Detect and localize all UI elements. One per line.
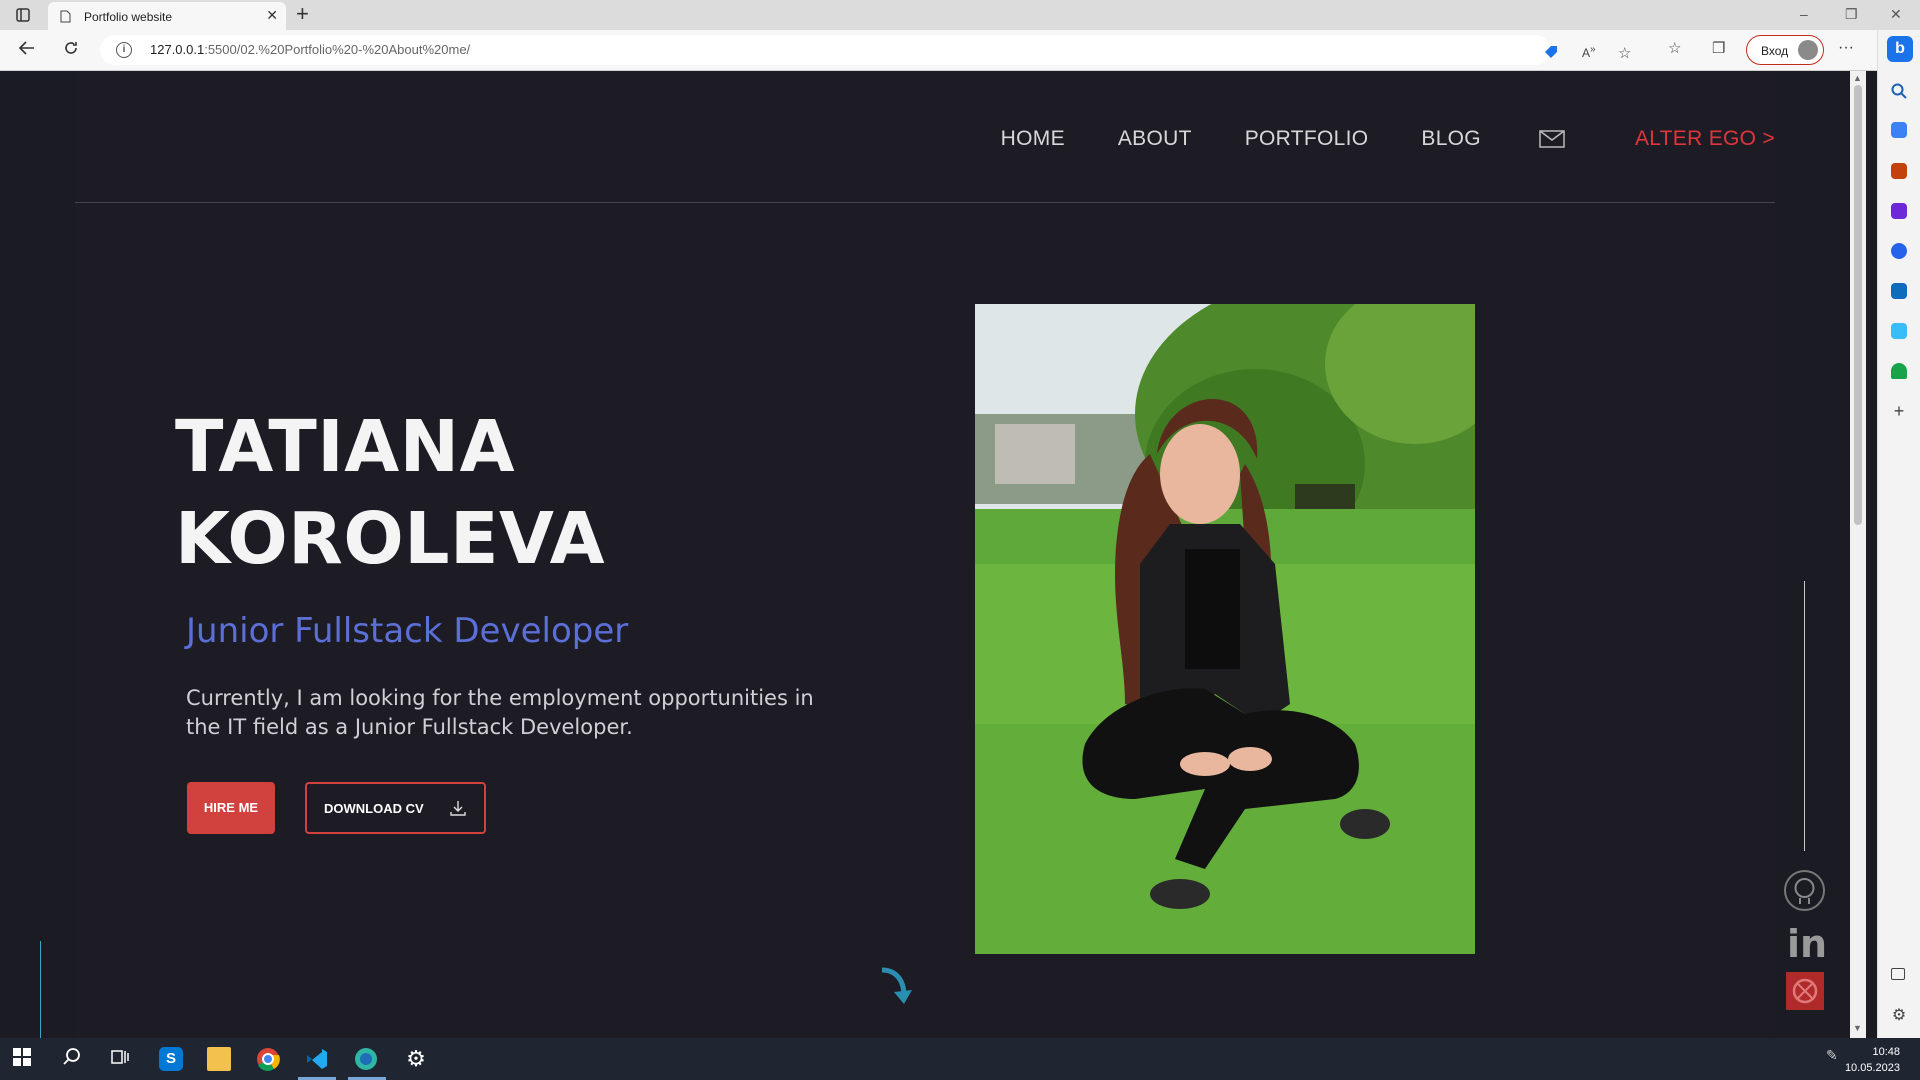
nav-home[interactable]: HOME <box>1001 127 1065 151</box>
download-cv-button[interactable]: DOWNLOAD CV <box>305 782 486 834</box>
back-icon[interactable] <box>18 40 36 61</box>
clock-time: 10:48 <box>1872 1046 1900 1058</box>
search-icon[interactable] <box>1891 83 1907 99</box>
system-clock[interactable]: 10:48 10.05.2023 <box>1845 1044 1900 1076</box>
new-tab-button[interactable]: + <box>296 3 309 25</box>
download-icon <box>449 799 467 820</box>
nav-divider <box>75 202 1775 203</box>
file-explorer-icon[interactable] <box>207 1047 231 1071</box>
first-name: TATIANA <box>175 405 516 488</box>
chrome-icon[interactable] <box>256 1047 280 1071</box>
settings-gear-icon[interactable]: ⚙ <box>404 1047 428 1071</box>
tab-actions-icon[interactable] <box>14 7 32 23</box>
address-bar[interactable]: i 127.0.0.1:5500/02.%20Portfolio%20-%20A… <box>100 35 1631 65</box>
linkedin-icon[interactable]: in <box>1787 925 1827 963</box>
codewars-icon[interactable] <box>1786 972 1824 1010</box>
favorites-icon[interactable]: ☆ <box>1668 39 1681 57</box>
mail-icon[interactable] <box>1539 130 1565 148</box>
reload-icon[interactable] <box>63 40 79 61</box>
collections-icon[interactable]: ❐ <box>1712 39 1725 57</box>
nav-portfolio[interactable]: PORTFOLIO <box>1245 127 1369 151</box>
add-icon[interactable]: + <box>1891 402 1907 420</box>
clock-date: 10.05.2023 <box>1844 1062 1900 1074</box>
github-icon[interactable] <box>1784 870 1825 911</box>
nav-alter-ego[interactable]: ALTER EGO > <box>1635 127 1775 151</box>
hero-description: Currently, I am looking for the employme… <box>186 686 814 739</box>
office-icon[interactable] <box>1891 243 1907 259</box>
search-icon[interactable] <box>62 1047 86 1071</box>
page-scrollbar[interactable]: ▲ ▼ <box>1850 71 1866 1038</box>
nav-blog[interactable]: BLOG <box>1421 127 1481 151</box>
restore-button[interactable]: ❐ <box>1845 6 1858 23</box>
hero-name: TATIANA KOROLEVA <box>175 401 605 585</box>
download-cv-label: DOWNLOAD CV <box>324 801 424 816</box>
scroll-down-icon[interactable]: ▼ <box>1853 1023 1862 1033</box>
scroll-up-icon[interactable]: ▲ <box>1853 73 1862 83</box>
settings-icon[interactable]: ⚙ <box>1891 1008 1907 1024</box>
tools-icon[interactable] <box>1891 163 1907 179</box>
hire-me-button[interactable]: HIRE ME <box>187 782 275 834</box>
tab-title: Portfolio website <box>84 10 173 24</box>
hero-role: Junior Fullstack Developer <box>186 611 629 651</box>
social-divider <box>1804 581 1805 851</box>
edge-icon[interactable] <box>354 1047 378 1071</box>
profile-photo <box>975 304 1475 954</box>
more-menu-button[interactable]: ··· <box>1838 39 1854 57</box>
url-text[interactable]: 127.0.0.1:5500/02.%20Portfolio%20-%20Abo… <box>150 42 470 57</box>
minimize-button[interactable]: – <box>1800 6 1808 22</box>
tree-icon[interactable] <box>1891 363 1907 379</box>
sidebar-toggle-icon[interactable] <box>1891 968 1905 980</box>
read-aloud-icon[interactable]: A» <box>1582 44 1596 60</box>
skype-icon[interactable]: S <box>159 1047 183 1071</box>
main-nav: HOME ABOUT PORTFOLIO BLOG ALTER EGO > <box>948 127 1775 151</box>
outlook-icon[interactable] <box>1891 283 1907 299</box>
avatar <box>1798 40 1818 60</box>
scroll-down-arrow-icon[interactable] <box>878 966 914 1011</box>
last-name: KOROLEVA <box>175 497 606 580</box>
browser-tab[interactable]: Portfolio website ✕ <box>48 2 286 30</box>
tag-icon[interactable] <box>1543 44 1559 64</box>
favorite-icon[interactable]: ☆ <box>1618 44 1631 62</box>
games-icon[interactable] <box>1891 203 1907 219</box>
scroll-thumb[interactable] <box>1854 85 1862 525</box>
left-accent-line <box>40 941 41 1038</box>
windows-start-icon[interactable] <box>12 1047 36 1071</box>
close-window-button[interactable]: ✕ <box>1890 6 1902 23</box>
browser-tab-bar: Portfolio website ✕ + – ❐ ✕ <box>0 0 1920 30</box>
tab-close-icon[interactable]: ✕ <box>266 7 278 24</box>
drop-icon[interactable] <box>1891 323 1907 339</box>
vscode-icon[interactable] <box>305 1047 329 1071</box>
browser-toolbar: i 127.0.0.1:5500/02.%20Portfolio%20-%20A… <box>0 30 1920 71</box>
profile-login-button[interactable]: Вход <box>1746 35 1824 65</box>
bing-chat-icon[interactable]: b <box>1887 36 1913 62</box>
login-label: Вход <box>1761 44 1789 58</box>
page-icon <box>60 10 71 28</box>
web-page: HOME ABOUT PORTFOLIO BLOG ALTER EGO > TA… <box>0 71 1850 1038</box>
shopping-icon[interactable] <box>1891 122 1907 138</box>
site-info-icon[interactable]: i <box>116 42 132 58</box>
task-view-icon[interactable] <box>110 1047 134 1071</box>
taskbar: S ⚙ ✎ 10:48 10.05.2023 <box>0 1038 1920 1080</box>
nav-about[interactable]: ABOUT <box>1118 127 1192 151</box>
edge-sidebar: b + ⚙ <box>1877 30 1920 1038</box>
